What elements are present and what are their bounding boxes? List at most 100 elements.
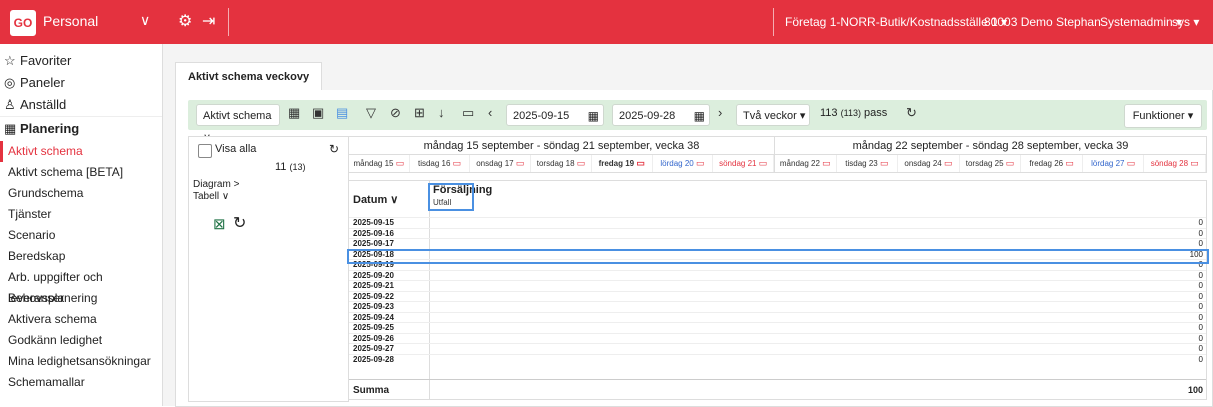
table-row[interactable]: 2025-09-15 0	[349, 217, 1206, 228]
summa-row: Summa 100	[349, 379, 1206, 400]
day-label: lördag 27	[1091, 159, 1125, 168]
calendar-icon[interactable]: ▦	[694, 105, 705, 127]
filter-icon[interactable]: ▽	[366, 105, 376, 121]
table-row[interactable]: 2025-09-28 0	[349, 353, 1206, 365]
tab-aktivt-schema-veckovy[interactable]: Aktivt schema veckovy	[175, 62, 323, 91]
day-header[interactable]: måndag 22 ▭	[775, 155, 837, 172]
module-title[interactable]: Personal	[43, 13, 98, 29]
table-row[interactable]: 2025-09-27 0	[349, 343, 1206, 354]
main-area: Aktivt schema veckovy Aktivt schema ∨ ▦ …	[163, 44, 1213, 407]
row-date: 2025-09-27	[353, 344, 394, 353]
row-date: 2025-09-26	[353, 333, 394, 343]
table-row[interactable]: 2025-09-20 0	[349, 269, 1206, 281]
sidebar-item-favoriter[interactable]: ☆ Favoriter	[0, 50, 162, 72]
table-row[interactable]: 2025-09-22 0	[349, 290, 1206, 302]
sidebar-item-arb-uppgifter[interactable]: Arb. uppgifter och leveranser	[0, 267, 162, 305]
day-header[interactable]: tisdag 16 ▭	[410, 155, 471, 172]
go-logo[interactable]: GO	[10, 10, 36, 36]
calendar-icon: ▭	[943, 158, 953, 168]
chevron-down-icon: ∨	[390, 194, 399, 206]
functions-button[interactable]: Funktioner ▾	[1124, 104, 1202, 128]
sidebar-item-tjanster[interactable]: Tjänster	[0, 204, 162, 225]
sidebar-item-beredskap[interactable]: Beredskap	[0, 246, 162, 267]
summa-value: 100	[1187, 385, 1203, 395]
refresh-icon[interactable]: ↻	[233, 213, 246, 233]
day-header[interactable]: fredag 19 ▭	[592, 155, 653, 172]
day-header[interactable]: torsdag 25 ▭	[960, 155, 1022, 172]
row-date: 2025-09-21	[353, 281, 394, 290]
pass-count: 113 (113) pass	[820, 107, 887, 119]
day-header[interactable]: fredag 26 ▭	[1021, 155, 1083, 172]
divider	[228, 8, 229, 36]
day-header[interactable]: söndag 21 ▭	[713, 155, 775, 172]
sidebar-item-aktivera-schema[interactable]: Aktivera schema	[0, 309, 162, 330]
table-row[interactable]: 2025-09-24 0	[349, 311, 1206, 323]
sales-table: Datum ∨ Försäljning Utfall 2025-09-15 0 2…	[348, 180, 1207, 400]
pass-count-value: 113	[820, 107, 838, 119]
calendar-range-icon[interactable]: ▤	[336, 105, 348, 121]
selected-row-highlight	[347, 249, 1209, 264]
datum-header[interactable]: Datum ∨	[353, 193, 398, 206]
view-select[interactable]: Aktivt schema ∨	[196, 104, 280, 144]
sidebar-item-anstalld[interactable]: ♙ Anställd	[0, 94, 162, 116]
table-toggle[interactable]: Tabell ∨	[193, 191, 229, 202]
puzzle-icon[interactable]: ⚙	[178, 11, 192, 31]
sidebar-item-grundschema[interactable]: Grundschema	[0, 183, 162, 204]
logout-icon[interactable]: ⇥	[202, 11, 215, 31]
calendar-week-icon[interactable]: ▣	[312, 105, 324, 121]
table-row[interactable]: 2025-09-16 0	[349, 227, 1206, 239]
row-date: 2025-09-28	[353, 354, 394, 364]
company-selector[interactable]: Företag 1-NORR-Butik/Kostnadsställe 1 ▾	[785, 15, 1007, 29]
day-header[interactable]: måndag 15 ▭	[349, 155, 410, 172]
day-header[interactable]: söndag 28 ▭	[1144, 155, 1207, 172]
sidebar-item-aktivt-schema[interactable]: Aktivt schema	[0, 141, 162, 162]
date-from-input[interactable]: 2025-09-15 ▦	[506, 104, 604, 126]
table-row[interactable]: 2025-09-21 0	[349, 280, 1206, 291]
day-header[interactable]: onsdag 17 ▭	[470, 155, 532, 172]
table-row[interactable]: 2025-09-17 0	[349, 238, 1206, 249]
chevron-right-icon[interactable]: ›	[718, 105, 722, 120]
show-all-checkbox[interactable]	[198, 144, 212, 158]
sidebar-item-aktivt-schema-beta[interactable]: Aktivt schema [BETA]	[0, 162, 162, 183]
refresh-icon[interactable]: ↻	[329, 142, 339, 156]
day-header[interactable]: onsdag 24 ▭	[898, 155, 960, 172]
date-from-value: 2025-09-15	[513, 110, 570, 122]
sidebar-item-paneler[interactable]: ◎ Paneler	[0, 72, 162, 94]
sidebar-item-godkann-ledighet[interactable]: Godkänn ledighet	[0, 330, 162, 351]
sort-icon[interactable]: ↓	[438, 105, 445, 120]
table-row[interactable]: 2025-09-23 0	[349, 301, 1206, 312]
sidebar-item-scenario[interactable]: Scenario	[0, 225, 162, 246]
sidebar-item-mina-ledighetsansokningar[interactable]: Mina ledighetsansökningar	[0, 351, 162, 372]
refresh-icon[interactable]: ↻	[906, 105, 917, 121]
day-header[interactable]: torsdag 18 ▭	[531, 155, 592, 172]
star-icon: ☆	[4, 53, 16, 68]
sidebar-item-schemamallar[interactable]: Schemamallar	[0, 372, 162, 393]
grid-icon[interactable]: ⊞	[414, 105, 425, 121]
calendar-icon[interactable]: ▦	[588, 105, 599, 127]
day-header[interactable]: tisdag 23 ▭	[837, 155, 899, 172]
user-name[interactable]: 80003 Demo Stephan	[984, 15, 1101, 29]
row-value: 0	[1198, 312, 1203, 322]
role-selector[interactable]: Systemadmin ▾	[1100, 15, 1182, 29]
week-header-39: måndag 22 september - söndag 28 septembe…	[774, 136, 1207, 154]
calendar-day-icon[interactable]: ▦	[288, 105, 300, 121]
table-row[interactable]: 2025-09-26 0	[349, 332, 1206, 344]
date-to-input[interactable]: 2025-09-28 ▦	[612, 104, 710, 126]
calendar-icon: ▭	[636, 158, 645, 168]
chevron-left-icon[interactable]: ‹	[488, 105, 492, 120]
table-row[interactable]: 2025-09-25 0	[349, 322, 1206, 333]
excel-icon[interactable]: ⊠	[213, 215, 226, 233]
period-select[interactable]: Två veckor ▾	[736, 104, 810, 126]
day-header[interactable]: lördag 27 ▭	[1083, 155, 1145, 172]
sidebar-item-behovsplanering[interactable]: Behovsplanering	[0, 288, 162, 309]
diagram-toggle[interactable]: Diagram >	[193, 179, 239, 190]
row-value: 0	[1198, 291, 1203, 301]
sidebar-section-planering[interactable]: ▦ Planering	[0, 116, 162, 141]
tag-icon[interactable]: ⊘	[390, 105, 401, 121]
sys-selector[interactable]: sys ▾	[1172, 15, 1199, 29]
calendar-icon: ▭	[1190, 158, 1199, 168]
chevron-down-icon[interactable]: ∨	[140, 12, 150, 29]
layout-icon[interactable]: ▭	[462, 105, 474, 121]
functions-label: Funktioner	[1132, 110, 1185, 122]
day-header[interactable]: lördag 20 ▭	[653, 155, 714, 172]
